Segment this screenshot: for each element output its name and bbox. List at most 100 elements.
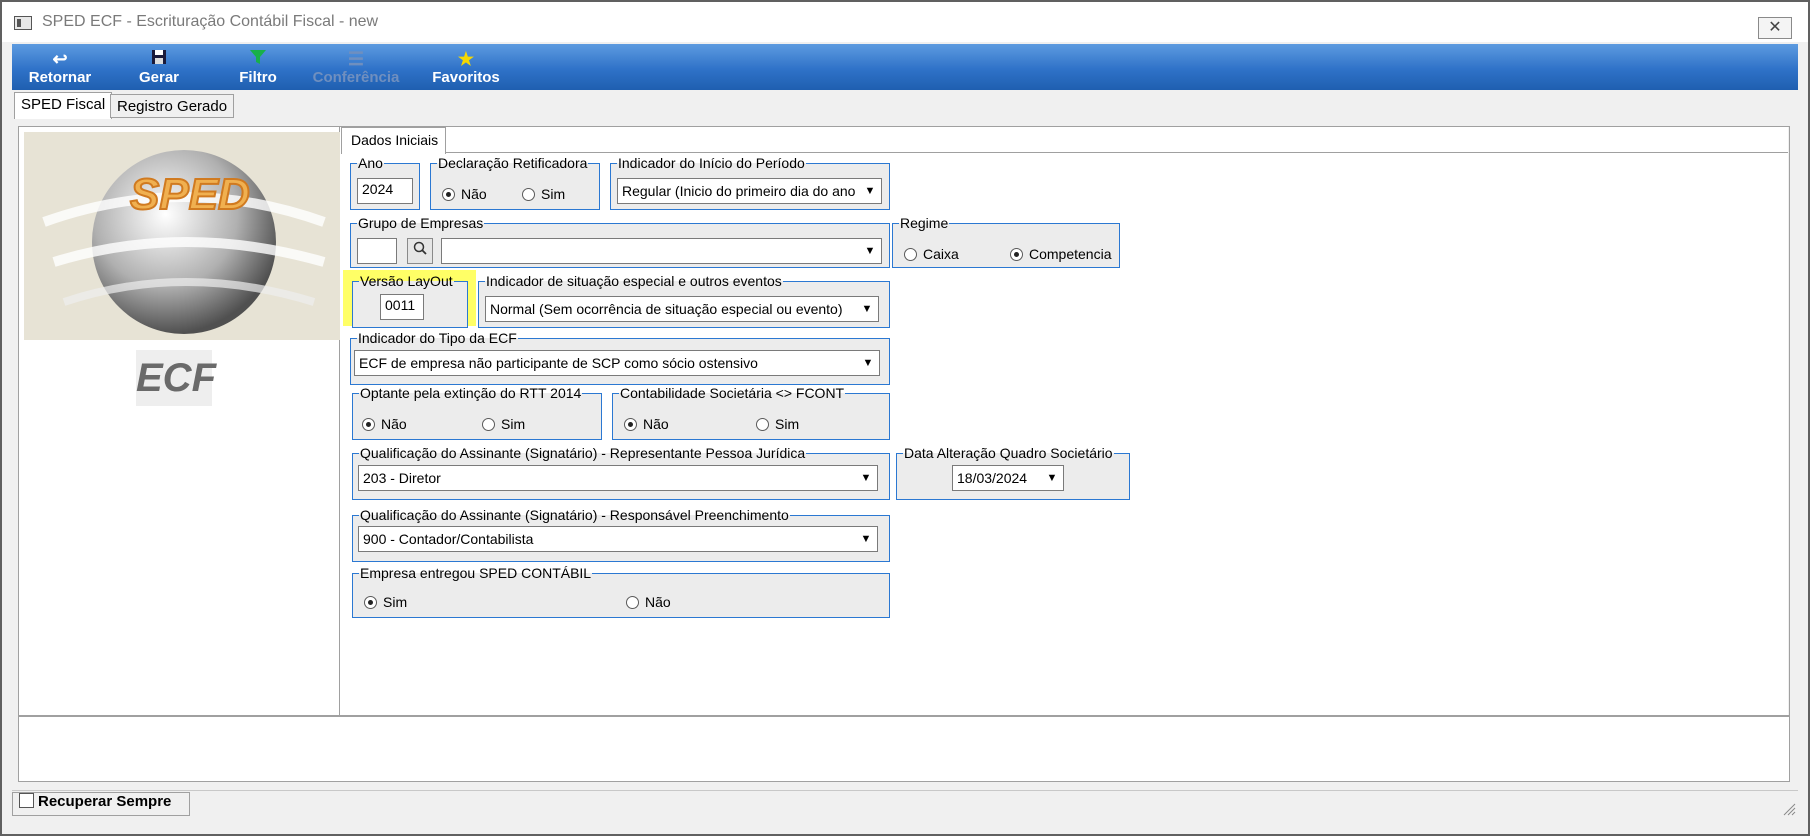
tab-sped-fiscal[interactable]: SPED Fiscal [14,92,113,119]
situacao-especial-value: Normal (Sem ocorrência de situação espec… [490,301,843,317]
radio-indicator [482,418,495,431]
radio-indicator [362,418,375,431]
title-bar: SPED ECF - Escrituração Contábil Fiscal … [2,2,1808,42]
radio-indicator [904,248,917,261]
checkbox-box [19,793,34,808]
grupo-empresas-select[interactable]: ▼ [441,238,882,264]
app-icon [14,16,32,30]
inicio-periodo-label: Indicador do Início do Período [618,155,805,171]
data-alteracao-label: Data Alteração Quadro Societário [904,445,1113,461]
ano-input[interactable]: 2024 [357,178,413,204]
filtro-button[interactable]: Filtro [228,44,288,90]
assinante-pj-value: 203 - Diretor [363,470,441,486]
radio-indicator [442,188,455,201]
bottom-panel [18,716,1790,782]
search-button[interactable] [407,238,433,264]
versao-layout-input[interactable]: 0011 [380,294,424,320]
data-alteracao-picker[interactable]: 18/03/2024 ▼ [952,465,1064,491]
tab-registro-gerado[interactable]: Registro Gerado [110,94,235,118]
rtt-sim-label: Sim [501,416,526,432]
versao-layout-label: Versão LayOut [360,273,453,289]
inicio-periodo-select[interactable]: Regular (Inicio do primeiro dia do ano ▼ [617,178,882,204]
recuperar-sempre-label: Recuperar Sempre [38,793,172,810]
sped-contabil-nao-radio[interactable]: Não [626,594,671,610]
window-title: SPED ECF - Escrituração Contábil Fiscal … [42,13,379,30]
regime-competencia-radio[interactable]: Competencia [1010,246,1112,262]
radio-indicator [624,418,637,431]
toolbar: ↩ Retornar Gerar Filtro ☰ Conferência ★ … [12,44,1798,90]
chevron-down-icon: ▼ [859,239,881,263]
rtt-nao-radio[interactable]: Não [362,416,407,432]
ano-label: Ano [358,155,383,171]
gerar-button[interactable]: Gerar [124,44,194,90]
conferencia-button[interactable]: ☰ Conferência [306,44,406,90]
regime-caixa-label: Caixa [923,246,959,262]
filter-icon [228,48,288,70]
rtt-nao-label: Não [381,416,407,432]
retificadora-nao-label: Não [461,186,487,202]
filtro-label: Filtro [239,69,277,86]
sped-logo [24,132,340,340]
chevron-down-icon: ▼ [855,527,877,551]
assinante-pj-select[interactable]: 203 - Diretor ▼ [358,465,878,491]
sped-contabil-label: Empresa entregou SPED CONTÁBIL [360,565,592,581]
situacao-especial-select[interactable]: Normal (Sem ocorrência de situação espec… [485,296,879,322]
sped-logo-text: SPED [129,169,251,220]
chevron-down-icon: ▼ [855,466,877,490]
fcont-nao-radio[interactable]: Não [624,416,669,432]
tipo-ecf-label: Indicador do Tipo da ECF [358,330,517,346]
retificadora-sim-radio[interactable]: Sim [522,186,565,202]
grupo-empresas-label: Grupo de Empresas [358,215,484,231]
sped-contabil-sim-label: Sim [383,594,408,610]
recuperar-sempre-checkbox[interactable]: Recuperar Sempre [12,792,190,816]
fcont-label: Contabilidade Societária <> FCONT [620,385,845,401]
regime-label: Regime [900,215,949,231]
radio-indicator [1010,248,1023,261]
save-icon [124,48,194,70]
fcont-nao-label: Não [643,416,669,432]
assinante-resp-select[interactable]: 900 - Contador/Contabilista ▼ [358,526,878,552]
undo-icon: ↩ [52,49,68,69]
fcont-sim-label: Sim [775,416,800,432]
conferencia-label: Conferência [312,69,400,86]
gerar-label: Gerar [138,69,180,86]
radio-indicator [626,596,639,609]
rtt-label: Optante pela extinção do RTT 2014 [360,385,582,401]
retificadora-label: Declaração Retificadora [438,155,588,171]
regime-competencia-label: Competencia [1029,246,1112,262]
list-icon: ☰ [347,49,365,69]
status-bar [12,790,1798,818]
sped-contabil-group: Empresa entregou SPED CONTÁBIL [352,566,890,618]
situacao-especial-label: Indicador de situação especial e outros … [486,273,782,289]
radio-indicator [522,188,535,201]
resize-grip-icon[interactable] [1780,800,1796,816]
assinante-pj-label: Qualificação do Assinante (Signatário) -… [360,445,806,461]
retificadora-sim-label: Sim [541,186,566,202]
tipo-ecf-value: ECF de empresa não participante de SCP c… [359,355,758,371]
favoritos-button[interactable]: ★ Favoritos [416,44,516,90]
chevron-down-icon: ▼ [857,351,879,375]
retificadora-nao-radio[interactable]: Não [442,186,487,202]
assinante-resp-label: Qualificação do Assinante (Signatário) -… [360,507,789,523]
ecf-caption: ECF [136,350,216,406]
regime-caixa-radio[interactable]: Caixa [904,246,959,262]
data-alteracao-value: 18/03/2024 [957,470,1028,486]
rtt-sim-radio[interactable]: Sim [482,416,525,432]
radio-indicator [364,596,377,609]
tab-dados-iniciais[interactable]: Dados Iniciais [341,127,446,154]
tipo-ecf-select[interactable]: ECF de empresa não participante de SCP c… [354,350,880,376]
retornar-button[interactable]: ↩ Retornar [20,44,100,90]
favoritos-label: Favoritos [432,69,500,86]
sped-contabil-nao-label: Não [645,594,671,610]
assinante-resp-value: 900 - Contador/Contabilista [363,531,534,547]
tab-divider [446,152,1788,153]
grupo-empresas-code-input[interactable] [357,238,397,264]
chevron-down-icon: ▼ [1041,466,1063,490]
inicio-periodo-value: Regular (Inicio do primeiro dia do ano [622,183,856,199]
search-icon [413,241,427,255]
sped-contabil-sim-radio[interactable]: Sim [364,594,407,610]
retornar-label: Retornar [28,69,92,86]
close-button[interactable]: ✕ [1758,17,1792,39]
chevron-down-icon: ▼ [856,297,878,321]
fcont-sim-radio[interactable]: Sim [756,416,799,432]
